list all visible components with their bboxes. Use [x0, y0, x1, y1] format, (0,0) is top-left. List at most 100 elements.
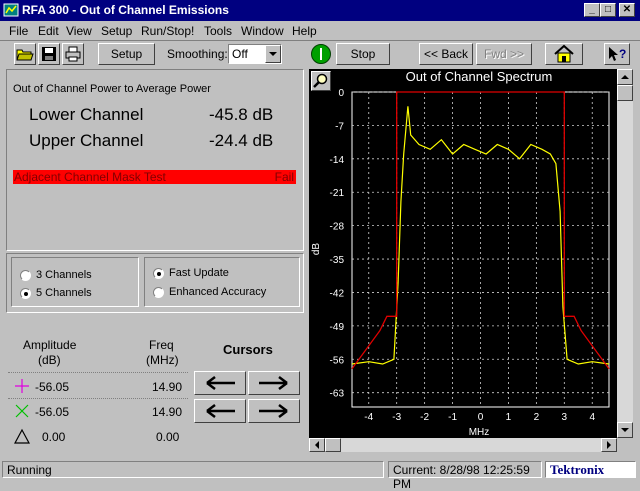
menu-file[interactable]: File — [9, 24, 28, 38]
upper-channel-label: Upper Channel — [29, 131, 144, 150]
app-icon — [3, 3, 19, 17]
smoothing-dropdown-button[interactable] — [265, 45, 281, 63]
y-tick-label: -14 — [330, 155, 345, 166]
smoothing-select[interactable]: Off — [228, 44, 282, 64]
scroll-thumb[interactable] — [617, 85, 633, 101]
home-icon — [554, 44, 574, 63]
menu-edit[interactable]: Edit — [38, 24, 59, 38]
cursor1-right-button[interactable] — [248, 371, 300, 395]
arrow-left-icon — [206, 376, 235, 390]
x-tick-label: 1 — [506, 412, 512, 423]
menu-run-stop[interactable]: Run/Stop! — [141, 24, 194, 38]
floppy-disk-icon — [42, 47, 56, 61]
cursor-3-amplitude: 0.00 — [42, 430, 66, 444]
x-tick-label: -4 — [364, 412, 373, 423]
scroll-down-button[interactable] — [617, 422, 633, 438]
smoothing-value: Off — [232, 47, 248, 61]
save-button[interactable] — [38, 43, 60, 65]
context-help-button[interactable]: ? — [604, 43, 630, 65]
cursors-panel: Amplitude (dB) Freq (MHz) Cursors -56.05… — [6, 318, 304, 458]
y-tick-label: -49 — [330, 322, 345, 333]
scroll-right-button[interactable] — [601, 438, 617, 452]
cursor1-left-button[interactable] — [194, 371, 246, 395]
y-tick-label: -28 — [330, 222, 345, 233]
radio-3-channels-label: 3 Channels — [36, 269, 92, 281]
scroll-up-button[interactable] — [617, 69, 633, 85]
cursor2-left-button[interactable] — [194, 399, 246, 423]
minimize-button[interactable]: _ — [584, 3, 600, 17]
spectrum-chart: -4 -3 -2 -1 0 1 2 3 4 0 -7 -14 -21 -28 -35 -42 -49 -56 -63… — [311, 69, 610, 438]
menu-view[interactable]: View — [66, 24, 92, 38]
radio-fast-update[interactable] — [153, 268, 164, 279]
help-arrow-icon: ? — [609, 47, 626, 61]
open-button[interactable] — [14, 43, 36, 65]
upper-channel-value: -24.4 dB — [209, 131, 274, 150]
cursor-2-freq: 14.90 — [152, 405, 183, 419]
measurement-panel: Out of Channel Power to Average Power Lo… — [6, 69, 304, 251]
spectrum-trace — [351, 106, 610, 365]
cursors-title: Cursors — [223, 342, 273, 357]
status-text: Running — [7, 463, 52, 477]
lower-channel-label: Lower Channel — [29, 105, 144, 124]
arrow-left-icon — [206, 404, 235, 418]
y-tick-label: -63 — [330, 389, 345, 400]
stop-button[interactable]: Stop — [336, 43, 390, 65]
horizontal-scrollbar[interactable] — [309, 438, 617, 452]
plot-frame — [351, 91, 610, 408]
y-tick-label: 0 — [338, 88, 344, 99]
chevron-right-icon — [607, 441, 611, 449]
maximize-button[interactable]: □ — [600, 3, 616, 17]
brand-logo: Tektronix — [550, 462, 605, 477]
options-panel: 3 Channels 5 Channels Fast Update Enhanc… — [6, 253, 304, 313]
smoothing-label: Smoothing: — [167, 47, 228, 61]
status-time-pane: Current: 8/28/98 12:25:59 PM — [388, 461, 542, 491]
menu-setup[interactable]: Setup — [101, 24, 132, 38]
radio-5-channels[interactable] — [20, 288, 31, 299]
scroll-left-button[interactable] — [309, 438, 325, 452]
chart-xlabel: MHz — [469, 427, 490, 438]
vertical-scrollbar[interactable] — [617, 69, 633, 438]
zoom-tool-button[interactable] — [311, 71, 331, 91]
run-indicator-icon — [311, 44, 331, 64]
row-divider — [8, 398, 188, 399]
menu-tools[interactable]: Tools — [204, 24, 232, 38]
brand-pane: Tektronix — [545, 461, 636, 478]
svg-text:?: ? — [619, 47, 626, 61]
cursor-row-plus: -56.05 14.90 — [12, 378, 192, 398]
setup-button[interactable]: Setup — [98, 43, 155, 65]
lower-channel-value: -45.8 dB — [209, 105, 274, 124]
amplitude-header: Amplitude — [23, 338, 77, 352]
y-tick-label: -7 — [335, 121, 344, 132]
menu-bar: File Edit View Setup Run/Stop! Tools Win… — [0, 21, 640, 40]
menu-window[interactable]: Window — [241, 24, 284, 38]
mask-test-label: Adjacent Channel Mask Test — [14, 170, 166, 184]
spectrum-chart-panel: -4 -3 -2 -1 0 1 2 3 4 0 -7 -14 -21 -28 -35 -42 -49 -56 -63… — [309, 69, 633, 452]
chart-ylabel: dB — [311, 243, 322, 256]
update-mode-group: Fast Update Enhanced Accuracy — [144, 257, 300, 307]
x-tick-label: 0 — [478, 412, 484, 423]
x-tick-label: -1 — [448, 412, 457, 423]
radio-3-channels[interactable] — [20, 270, 31, 281]
print-button[interactable] — [62, 43, 84, 65]
x-tick-label: -2 — [420, 412, 429, 423]
chevron-down-icon — [269, 52, 277, 56]
scroll-corner — [617, 438, 633, 452]
radio-fast-update-label: Fast Update — [169, 267, 229, 279]
hscroll-thumb[interactable] — [325, 438, 341, 452]
triangle-marker-icon — [14, 428, 30, 444]
forward-button[interactable]: Fwd >> — [476, 43, 532, 65]
back-button[interactable]: << Back — [419, 43, 473, 65]
radio-enhanced-accuracy[interactable] — [153, 287, 164, 298]
home-button[interactable] — [545, 43, 583, 65]
channels-group: 3 Channels 5 Channels — [11, 257, 139, 307]
x-tick-label: 3 — [562, 412, 568, 423]
menu-help[interactable]: Help — [292, 24, 317, 38]
freq-header: Freq — [149, 338, 174, 352]
cursor-row-x: -56.05 14.90 — [12, 403, 192, 423]
cursor-1-freq: 14.90 — [152, 380, 183, 394]
close-button[interactable]: ✕ — [619, 3, 635, 17]
folder-open-icon — [16, 49, 34, 61]
cursor2-right-button[interactable] — [248, 399, 300, 423]
freq-unit: (MHz) — [146, 353, 179, 367]
y-tick-label: -42 — [330, 288, 345, 299]
